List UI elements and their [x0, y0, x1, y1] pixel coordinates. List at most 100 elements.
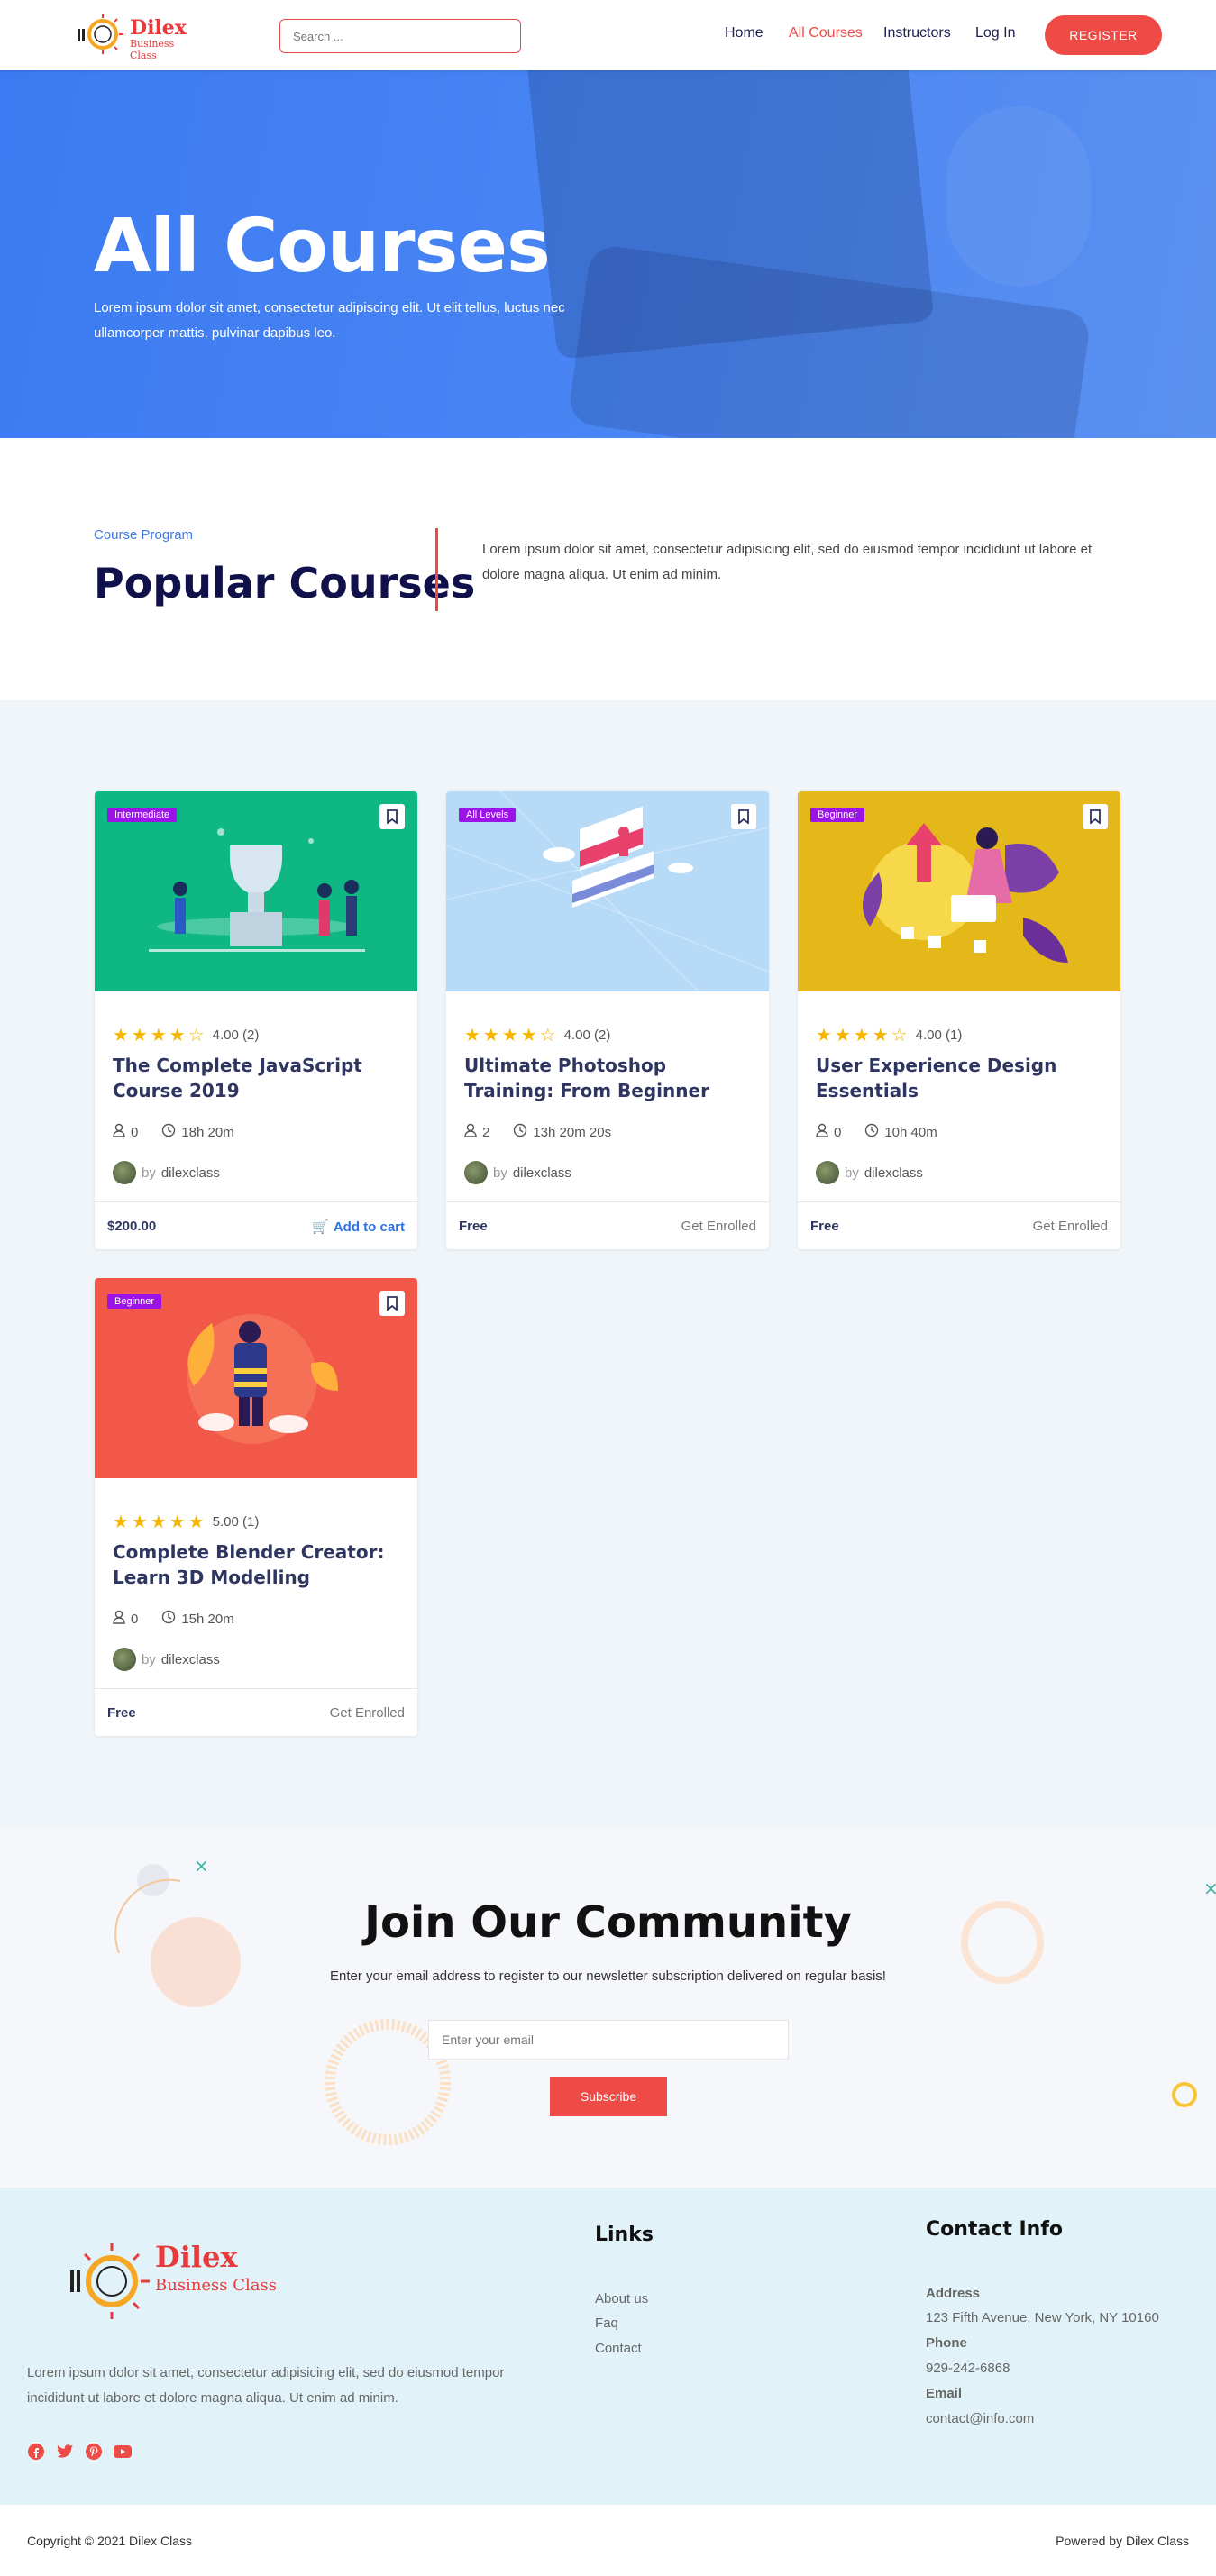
star-rating-icon: ★★★★☆: [816, 1026, 910, 1046]
course-title[interactable]: Complete Blender Creator: Learn 3D Model…: [113, 1539, 401, 1590]
course-duration: 10h 40m: [884, 1124, 937, 1140]
footer-link-contact[interactable]: Contact: [595, 2341, 642, 2356]
nav-all-courses[interactable]: All Courses: [789, 25, 863, 41]
level-badge: Intermediate: [107, 808, 178, 822]
email-input[interactable]: [428, 2020, 789, 2060]
community-text: Enter your email address to register to …: [330, 1969, 886, 1984]
course-author: by dilexclass: [816, 1161, 923, 1184]
subscribe-button[interactable]: Subscribe: [550, 2077, 667, 2116]
facebook-icon[interactable]: [27, 2443, 45, 2461]
youtube-icon[interactable]: [114, 2443, 132, 2461]
site-header: Dilex Business Class Home All Courses In…: [0, 0, 1216, 70]
course-price: $200.00: [107, 1219, 157, 1234]
twitter-icon[interactable]: [56, 2443, 74, 2461]
star-rating-icon: ★★★★★: [113, 1512, 207, 1532]
nav-home[interactable]: Home: [725, 25, 763, 41]
course-footer: Free Get Enrolled: [95, 1688, 417, 1736]
course-card[interactable]: Beginner ★★★★★ 5.00 (1) Complete Blender …: [95, 1278, 417, 1736]
site-logo[interactable]: Dilex Business Class: [76, 13, 202, 61]
nav-instructors[interactable]: Instructors: [883, 25, 951, 41]
course-title[interactable]: The Complete JavaScript Course 2019: [113, 1053, 401, 1103]
logo-name: Dilex: [130, 16, 187, 40]
author-link[interactable]: dilexclass: [513, 1165, 571, 1181]
course-footer: Free Get Enrolled: [446, 1201, 769, 1249]
course-rating: ★★★★★ 5.00 (1): [113, 1511, 259, 1533]
student-count: 2: [482, 1124, 490, 1140]
nav-login[interactable]: Log In: [975, 25, 1015, 41]
contact-address-label: Address: [926, 2286, 981, 2301]
course-card[interactable]: All Levels ★★★★☆ 4.00 (2) Ultimate Photos…: [446, 791, 769, 1249]
clock-icon: [513, 1123, 527, 1141]
get-enrolled-button[interactable]: Get Enrolled: [681, 1219, 756, 1234]
user-icon: [464, 1123, 477, 1141]
add-to-cart-button[interactable]: 🛒 Add to cart: [312, 1219, 405, 1235]
course-price: Free: [107, 1705, 136, 1721]
hero-banner: All Courses Lorem ipsum dolor sit amet, …: [0, 70, 1216, 438]
footer-link-about[interactable]: About us: [595, 2291, 648, 2307]
star-rating-icon: ★★★★☆: [113, 1026, 207, 1046]
bookmark-icon[interactable]: [379, 1291, 405, 1316]
search-input[interactable]: [279, 19, 521, 53]
contact-info-title: Contact Info: [926, 2218, 1064, 2241]
community-section: × × Join Our Community Enter your email …: [0, 1827, 1216, 2188]
course-rating: ★★★★☆ 4.00 (2): [113, 1024, 259, 1046]
copyright-text: Copyright © 2021 Dilex Class: [27, 2534, 193, 2548]
user-icon: [113, 1610, 125, 1628]
course-title[interactable]: User Experience Design Essentials: [816, 1053, 1104, 1103]
level-badge: Beginner: [810, 808, 865, 822]
pinterest-icon[interactable]: [85, 2443, 103, 2461]
avatar: [464, 1161, 488, 1184]
links-title: Links: [595, 2224, 654, 2246]
community-title: Join Our Community: [364, 1897, 852, 1948]
logo-mark-icon: [78, 14, 123, 54]
contact-address-value: 123 Fifth Avenue, New York, NY 10160: [926, 2310, 1159, 2325]
course-footer: Free Get Enrolled: [798, 1201, 1120, 1249]
course-duration: 15h 20m: [181, 1611, 234, 1627]
popular-courses-title: Popular Courses: [94, 559, 476, 607]
student-count: 0: [131, 1611, 139, 1627]
course-meta: 2 13h 20m 20s: [464, 1123, 611, 1141]
contact-email-value[interactable]: contact@info.com: [926, 2411, 1034, 2426]
bookmark-icon[interactable]: [379, 804, 405, 829]
get-enrolled-button[interactable]: Get Enrolled: [1033, 1219, 1108, 1234]
cart-icon: 🛒: [312, 1219, 329, 1235]
clock-icon: [161, 1610, 176, 1628]
course-rating: ★★★★☆ 4.00 (1): [816, 1024, 962, 1046]
powered-by-text: Powered by Dilex Class: [1056, 2534, 1189, 2548]
get-enrolled-button[interactable]: Get Enrolled: [330, 1705, 405, 1721]
level-badge: All Levels: [459, 808, 517, 822]
footer-logo-mark-icon: [70, 2243, 150, 2319]
hero-title: All Courses: [94, 204, 551, 289]
social-links: [27, 2443, 132, 2461]
author-link[interactable]: dilexclass: [161, 1165, 220, 1181]
author-link[interactable]: dilexclass: [161, 1652, 220, 1667]
bottom-bar: Copyright © 2021 Dilex Class Powered by …: [0, 2505, 1216, 2576]
footer-link-faq[interactable]: Faq: [595, 2316, 618, 2331]
course-duration: 13h 20m 20s: [533, 1124, 612, 1140]
course-card[interactable]: Beginner ★★★★☆ 4.00 (1) User Experience D…: [798, 791, 1120, 1249]
course-title[interactable]: Ultimate Photoshop Training: From Beginn…: [464, 1053, 753, 1103]
bookmark-icon[interactable]: [1083, 804, 1108, 829]
course-meta: 0 18h 20m: [113, 1123, 234, 1141]
course-duration: 18h 20m: [181, 1124, 234, 1140]
rating-text: 5.00 (1): [212, 1514, 260, 1530]
clock-icon: [864, 1123, 879, 1141]
course-card[interactable]: Intermediate ★★★★☆ 4.00 (2) The Complete …: [95, 791, 417, 1249]
author-link[interactable]: dilexclass: [864, 1165, 923, 1181]
rating-text: 4.00 (1): [915, 1028, 963, 1043]
register-button[interactable]: REGISTER: [1045, 15, 1162, 55]
action-label: Add to cart: [333, 1219, 405, 1235]
action-label: Get Enrolled: [681, 1219, 756, 1234]
footer-logo[interactable]: Dilex Business Class: [67, 2234, 283, 2325]
course-footer: $200.00 🛒 Add to cart: [95, 1201, 417, 1249]
course-author: by dilexclass: [113, 1648, 220, 1671]
contact-phone-value: 929-242-6868: [926, 2361, 1010, 2376]
avatar: [113, 1161, 136, 1184]
footer-logo-name: Dilex: [155, 2240, 238, 2274]
deco-small-ring: [1172, 2082, 1197, 2107]
title-divider: [435, 528, 438, 611]
bookmark-icon[interactable]: [731, 804, 756, 829]
course-meta: 0 15h 20m: [113, 1610, 234, 1628]
by-label: by: [142, 1651, 156, 1667]
contact-phone-label: Phone: [926, 2335, 967, 2351]
